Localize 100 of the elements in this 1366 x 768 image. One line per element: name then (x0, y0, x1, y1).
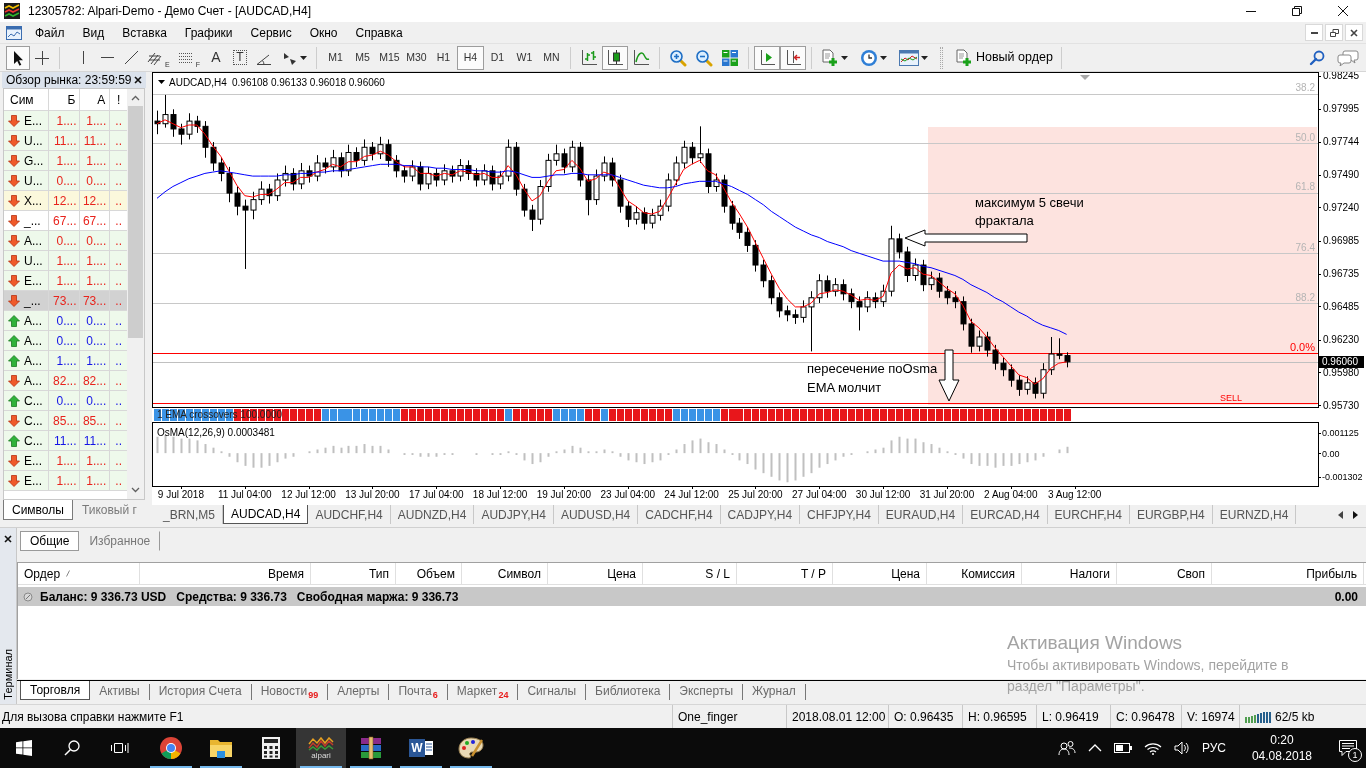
new-order-button[interactable]: Новый ордер (950, 45, 1057, 70)
chart-tab[interactable]: CHFJPY,H4 (800, 505, 879, 524)
column-header[interactable]: Цена (833, 563, 927, 584)
column-header[interactable]: Время (140, 563, 311, 584)
column-header[interactable]: Комиссия (927, 563, 1022, 584)
menu-item[interactable]: Вид (73, 22, 114, 43)
column-header[interactable]: Б (48, 89, 81, 110)
clock-button[interactable]: 0:20 04.08.2018 (1245, 732, 1318, 764)
close-button[interactable] (2, 533, 14, 545)
market-row[interactable]: G... 1.... 1.... .. (4, 151, 128, 171)
market-row[interactable]: U... 0.... 0.... .. (4, 171, 128, 191)
market-row[interactable]: C... 11... 11... .. (4, 431, 128, 451)
terminal-tab[interactable]: Активы (90, 684, 150, 700)
autoscroll-button[interactable] (753, 45, 780, 70)
menu-item[interactable]: Файл (26, 22, 74, 43)
chart-tab[interactable]: AUDUSD,H4 (553, 505, 639, 524)
timeframe-button[interactable]: M1 (321, 45, 349, 70)
timeframe-button[interactable]: M15 (375, 45, 403, 70)
market-row[interactable]: E... 1.... 1.... .. (4, 471, 128, 491)
chart-tab[interactable]: EURCHF,H4 (1047, 505, 1130, 524)
unread-count: 24 (498, 690, 509, 700)
market-row[interactable]: U... 11... 11... .. (4, 131, 128, 151)
market-row[interactable]: _... 67... 67... .. (4, 211, 128, 231)
column-header[interactable]: Объем (396, 563, 462, 584)
market-row[interactable]: A... 82... 82... .. (4, 371, 128, 391)
market-row[interactable]: _... 73... 73... .. (4, 291, 128, 311)
terminal-tab[interactable]: Алерты (328, 684, 390, 700)
chart-tab[interactable]: EURGBP,H4 (1129, 505, 1213, 524)
market-row[interactable]: A... 1.... 1.... .. (4, 351, 128, 371)
symbol-text: C... (24, 412, 43, 430)
window-grid-icon (720, 48, 739, 67)
column-header[interactable]: T / P (737, 563, 833, 584)
chart-tab[interactable]: EURCAD,H4 (963, 505, 1048, 524)
column-header[interactable]: Сим (4, 89, 49, 110)
market-row[interactable]: U... 1.... 1.... .. (4, 251, 128, 271)
text-tool-button[interactable]: A (203, 45, 228, 70)
close-button[interactable] (133, 75, 143, 85)
menu-item[interactable]: Вставка (113, 22, 176, 43)
chart-tab[interactable]: EURNZD,H4 (1212, 505, 1297, 524)
column-header[interactable]: ! (110, 89, 128, 110)
chart-tab[interactable]: AUDJPY,H4 (474, 505, 554, 524)
chart-note: 61.8 (1295, 181, 1315, 192)
menu-item[interactable]: Графики (175, 22, 242, 43)
market-row[interactable]: E... 1.... 1.... .. (4, 271, 128, 291)
filter-tab[interactable]: Избранное (79, 531, 161, 551)
chart-tab[interactable]: CADJPY,H4 (720, 505, 801, 524)
column-header[interactable]: Тип (311, 563, 396, 584)
terminal-tab[interactable]: Журнал (743, 684, 806, 700)
timeframe-button[interactable]: MN (537, 45, 565, 70)
timeframe-button[interactable]: M5 (348, 45, 376, 70)
minimize-button[interactable] (1305, 24, 1323, 41)
terminal-tab[interactable]: Эксперты (670, 684, 744, 700)
column-header[interactable]: Символ (462, 563, 548, 584)
menu-item[interactable]: Сервис (241, 22, 301, 43)
timeframe-button[interactable]: W1 (510, 45, 538, 70)
candlestick-button[interactable] (601, 45, 628, 70)
market-row[interactable]: E... 1.... 1.... .. (4, 111, 128, 131)
scrollbar[interactable] (127, 89, 144, 499)
column-header[interactable]: Прибыль (1212, 563, 1364, 584)
market-row[interactable]: A... 0.... 0.... .. (4, 231, 128, 251)
taskbar-app-button[interactable]: W (396, 728, 446, 768)
chart-tab[interactable]: CADCHF,H4 (638, 505, 721, 524)
column-header[interactable]: Налоги (1022, 563, 1117, 584)
taskbar-app-button[interactable]: alpari (296, 728, 346, 768)
market-row[interactable]: A... 0.... 0.... .. (4, 311, 128, 331)
column-header[interactable]: Цена (548, 563, 643, 584)
panel-tab[interactable]: Символы (3, 500, 73, 520)
market-row[interactable]: C... 0.... 0.... .. (4, 391, 128, 411)
timeframe-button[interactable]: M30 (402, 45, 430, 70)
text-label-button[interactable]: T (227, 45, 252, 70)
menu-item[interactable]: Справка (346, 22, 412, 43)
free-margin-text: Свободная маржа: 9 336.73 (296, 588, 459, 606)
chart-shift-button[interactable] (779, 45, 806, 70)
panel-tab[interactable]: Тиковый г (72, 500, 146, 520)
market-row[interactable]: X... 12... 12... .. (4, 191, 128, 211)
scrollbar-thumb[interactable] (128, 106, 144, 338)
market-row[interactable]: E... 1.... 1.... .. (4, 451, 128, 471)
menu-item[interactable]: Окно (300, 22, 347, 43)
notifications-button[interactable]: 1 (1330, 728, 1366, 768)
market-row[interactable]: A... 0.... 0.... .. (4, 331, 128, 351)
chart-tab[interactable]: AUDCHF,H4 (308, 505, 391, 524)
filter-tab[interactable]: Общие (20, 531, 80, 551)
terminal-tab[interactable]: Библиотека (586, 684, 671, 700)
market-row[interactable]: C... 85... 85... .. (4, 411, 128, 431)
column-header[interactable]: Ордер (24, 564, 61, 583)
column-header[interactable]: Своп (1117, 563, 1212, 584)
restore-button[interactable] (1325, 24, 1343, 41)
chart-tab[interactable]: AUDNZD,H4 (390, 505, 475, 524)
language-indicator[interactable]: РУС (1201, 739, 1226, 757)
terminal-tab[interactable]: История Счета (149, 684, 252, 700)
chart-tab[interactable]: EURAUD,H4 (878, 505, 964, 524)
timeframe-button[interactable]: H1 (429, 45, 457, 70)
column-header[interactable]: А (80, 89, 111, 110)
terminal-tab[interactable]: Сигналы (518, 684, 587, 700)
terminal-tab[interactable]: Торговля (20, 681, 91, 700)
chart-tab[interactable]: AUDCAD,H4 (223, 505, 309, 524)
timeframe-button[interactable]: D1 (483, 45, 511, 70)
timeframe-button[interactable]: H4 (456, 45, 484, 70)
cursor-button[interactable] (6, 45, 30, 70)
column-header[interactable]: S / L (643, 563, 737, 584)
